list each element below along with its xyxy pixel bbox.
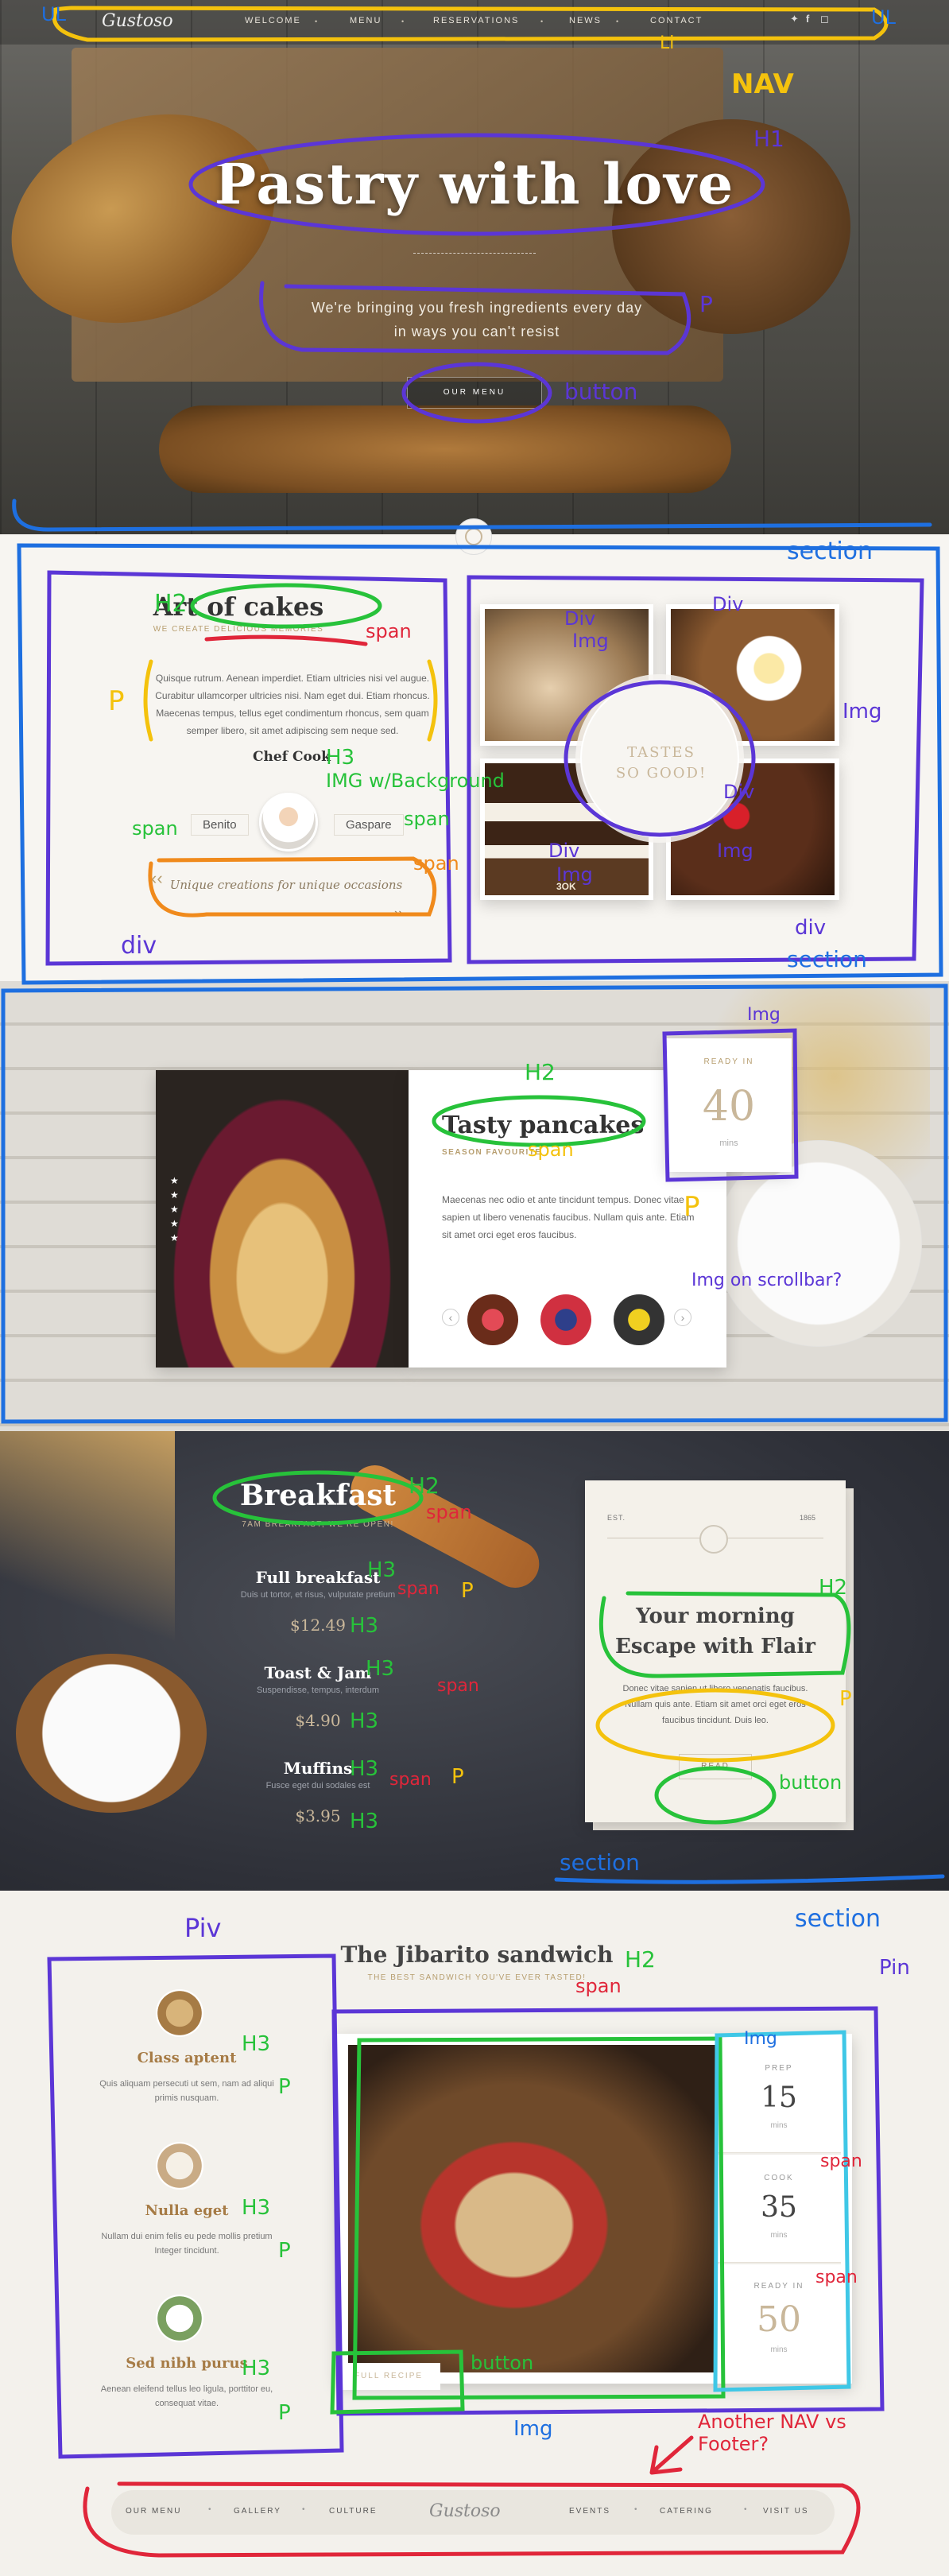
annotation-h2-outline: [190, 583, 382, 629]
annotation-button-outline: [401, 362, 552, 424]
annotation-stats-outline: [713, 2030, 851, 2392]
annotation-img-outline: [352, 2036, 726, 2400]
annotation-section-line: [554, 1874, 945, 1884]
annotation-arrow: [649, 2435, 694, 2475]
annotation-p-outline: [595, 1688, 835, 1763]
annotation-footer-outline: [83, 2481, 861, 2558]
annotation-img-outline: [662, 1028, 799, 1182]
annotation-cakes-section: [17, 543, 943, 985]
annotation-badge-outline: [564, 680, 756, 837]
annotation-p-bracket: [143, 659, 153, 742]
annotation-signature-outline: [148, 856, 437, 918]
annotation-features-div: [47, 1953, 344, 2459]
annotation-h2-outline: [432, 1095, 646, 1147]
annotation-button-outline: [654, 1766, 777, 1825]
annotation-p-outline: [259, 281, 691, 355]
annotation-span-underline: [204, 634, 368, 646]
annotation-button-outline: [330, 2349, 465, 2415]
annotation-nav-outline: [52, 6, 889, 42]
annotation-h2-outline: [598, 1591, 851, 1678]
annotation-h1-outline: [188, 133, 765, 236]
annotation-h2-outline: [212, 1470, 424, 1526]
annotation-right-div: [467, 575, 924, 964]
annotation-left-div: [45, 570, 452, 966]
annotation-section-line: [12, 499, 932, 532]
annotation-p-bracket: [427, 659, 438, 742]
annotation-pancakes-section: [1, 983, 948, 1424]
annotation-overlay: [1, 6, 948, 2558]
